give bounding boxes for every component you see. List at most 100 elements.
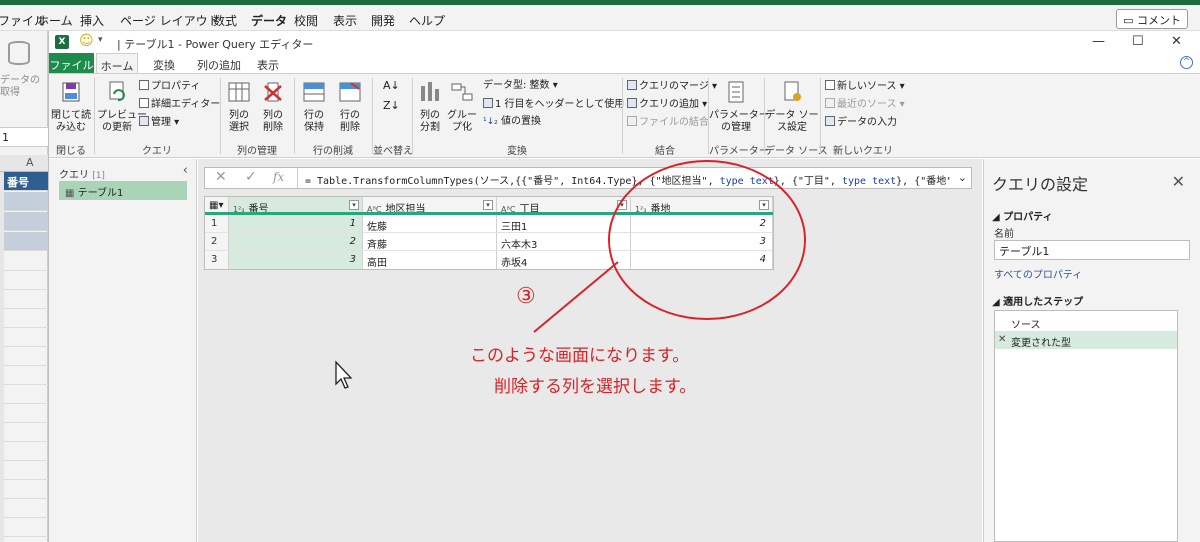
close-icon[interactable]: ✕: [1171, 34, 1182, 49]
tab-home[interactable]: ホーム: [96, 53, 138, 73]
excel-tab-home[interactable]: ホーム: [37, 12, 73, 29]
query-item[interactable]: ▦ テーブル1: [59, 181, 187, 200]
query-name-input[interactable]: テーブル1: [994, 240, 1190, 260]
group-combine: クエリのマージ ▾ クエリの追加 ▾ ファイルの結合 結合: [623, 74, 717, 159]
sort-ascending-icon[interactable]: A↓: [383, 80, 400, 92]
column-header-chiku-tanto[interactable]: AᴮC 地区担当 ▾: [363, 197, 497, 212]
grid-cell[interactable]: 2: [229, 233, 363, 250]
grid-cell[interactable]: 1: [229, 215, 363, 232]
combine-files-button[interactable]: ファイルの結合: [627, 116, 709, 129]
confirm-formula-icon[interactable]: ✓: [245, 169, 257, 185]
filter-dropdown-icon[interactable]: ▾: [483, 200, 493, 210]
replace-values-button[interactable]: ¹↓₂ 値の置換: [483, 116, 541, 128]
excel-cell[interactable]: [4, 232, 48, 251]
close-and-load-button[interactable]: 閉じて読 み込む: [51, 80, 91, 134]
grid-cell[interactable]: 高田: [363, 251, 497, 269]
excel-tab-developer[interactable]: 開発: [371, 12, 395, 29]
tab-view[interactable]: 表示: [257, 57, 279, 73]
properties-section[interactable]: ◢ プロパティ: [992, 208, 1053, 223]
advanced-editor-icon: [139, 98, 149, 108]
advanced-editor-button[interactable]: 詳細エディター: [139, 98, 220, 111]
excel-tab-data[interactable]: データ: [251, 12, 287, 29]
save-close-icon: [62, 82, 80, 102]
filter-dropdown-icon[interactable]: ▾: [349, 200, 359, 210]
excel-cell[interactable]: [4, 212, 48, 231]
group-label-new-query: 新しいクエリ: [833, 146, 893, 157]
merge-queries-button[interactable]: クエリのマージ ▾: [627, 80, 717, 93]
enter-data-button[interactable]: データの入力: [825, 116, 897, 129]
database-icon: [8, 41, 30, 65]
excel-tab-insert[interactable]: 挿入: [80, 12, 104, 29]
excel-tab-review[interactable]: 校閲: [294, 12, 318, 29]
minimize-icon[interactable]: —: [1092, 34, 1105, 49]
grid-cell[interactable]: 斉藤: [363, 233, 497, 250]
power-query-window: X ☺ ▾ | テーブル1 - Power Query エディター — ☐ ✕ …: [48, 31, 1200, 542]
step-changed-type[interactable]: ✕ 変更された型: [995, 331, 1177, 349]
choose-columns-button[interactable]: 列の 選択: [223, 80, 255, 134]
excel-tab-help[interactable]: ヘルプ: [409, 12, 445, 29]
combine-files-label: ファイルの結合: [639, 117, 709, 128]
expand-formula-icon[interactable]: ⌄: [958, 171, 967, 184]
group-label-manage-columns: 列の管理: [237, 146, 277, 157]
step-source[interactable]: ソース: [995, 313, 1177, 331]
remove-columns-button[interactable]: 列の 削除: [257, 80, 289, 134]
sort-descending-icon[interactable]: Z↓: [383, 100, 400, 112]
group-by-button[interactable]: グルー プ化: [447, 80, 477, 134]
applied-steps-section[interactable]: ◢ 適用したステップ: [992, 293, 1083, 308]
fx-icon[interactable]: fx: [273, 170, 284, 184]
help-icon[interactable]: ^: [1180, 56, 1193, 69]
append-queries-button[interactable]: クエリの追加 ▾: [627, 98, 707, 111]
delete-step-icon[interactable]: ✕: [998, 334, 1006, 345]
data-source-settings-label: データ ソー ス設定: [765, 110, 819, 133]
first-row-header-label: 1 行目をヘッダーとして使用: [495, 99, 625, 110]
excel-tab-page-layout[interactable]: ページ レイアウト: [120, 12, 220, 29]
name-box[interactable]: 1: [0, 127, 48, 147]
data-type-label: データ型: 整数: [483, 80, 550, 91]
tab-transform[interactable]: 変換: [153, 57, 175, 73]
excel-cell-header[interactable]: 番号: [4, 172, 48, 191]
data-type-dropdown[interactable]: データ型: 整数 ▾: [483, 80, 558, 92]
smiley-feedback-icon[interactable]: ☺: [79, 33, 94, 49]
excel-tab-formulas[interactable]: 数式: [213, 12, 237, 29]
split-column-button[interactable]: 列の 分割: [415, 80, 445, 134]
new-source-button[interactable]: 新しいソース ▾: [825, 80, 905, 93]
first-row-header-button[interactable]: 1 行目をヘッダーとして使用 ▾: [483, 98, 632, 111]
recent-sources-button[interactable]: 最近のソース ▾: [825, 98, 905, 111]
keep-rows-icon: [303, 82, 325, 102]
combine-files-icon: [627, 116, 637, 126]
data-source-settings-icon: [784, 81, 801, 101]
group-data-source: データ ソー ス設定 データ ソース: [765, 74, 828, 159]
cancel-formula-icon[interactable]: ✕: [215, 169, 227, 185]
keep-rows-button[interactable]: 行の 保持: [297, 80, 331, 134]
data-source-settings-button[interactable]: データ ソー ス設定: [765, 80, 819, 134]
excel-cell[interactable]: [4, 192, 48, 211]
excel-icon: X: [55, 35, 69, 49]
table-menu-icon[interactable]: ▦▾: [205, 197, 229, 212]
manage-button[interactable]: 管理 ▾: [139, 116, 179, 129]
properties-button[interactable]: プロパティ: [139, 80, 200, 93]
all-properties-link[interactable]: すべてのプロパティ: [994, 266, 1082, 281]
quick-access-dropdown-icon[interactable]: ▾: [98, 35, 103, 45]
close-settings-icon[interactable]: ✕: [1172, 172, 1185, 191]
tab-file[interactable]: ファイル: [49, 53, 94, 73]
maximize-icon[interactable]: ☐: [1132, 34, 1144, 49]
ribbon: 閉じて読 み込む 閉じる プレビュー の更新 プロパティ 詳細エディター 管理 …: [49, 73, 1200, 158]
preview-refresh-button[interactable]: プレビュー の更新: [97, 80, 147, 134]
comment-button[interactable]: ▭ コメント: [1116, 9, 1188, 29]
grid-cell[interactable]: 佐藤: [363, 215, 497, 232]
column-header-a[interactable]: A: [0, 155, 48, 172]
grid-cell[interactable]: 3: [229, 251, 363, 269]
tab-add-column[interactable]: 列の追加: [197, 57, 241, 73]
formula-input[interactable]: = Table.TransformColumnTypes(ソース,{{"番号",…: [305, 172, 950, 187]
remove-rows-button[interactable]: 行の 削除: [333, 80, 367, 134]
excel-tab-view[interactable]: 表示: [333, 12, 357, 29]
column-header-bango[interactable]: 1²₃ 番号 ▾: [229, 197, 363, 212]
column-header-chome[interactable]: AᴮC 丁目 ▾: [497, 197, 631, 212]
row-number[interactable]: 3: [205, 251, 229, 269]
row-number[interactable]: 1: [205, 215, 229, 232]
manage-parameters-button[interactable]: パラメーター の管理: [709, 80, 769, 134]
replace-values-label: 値の置換: [500, 116, 541, 127]
collapse-pane-icon[interactable]: ‹: [183, 163, 188, 178]
excel-menu-bar: ファイル ホーム 挿入 ページ レイアウト 数式 データ 校閲 表示 開発 ヘル…: [0, 5, 1200, 31]
row-number[interactable]: 2: [205, 233, 229, 250]
